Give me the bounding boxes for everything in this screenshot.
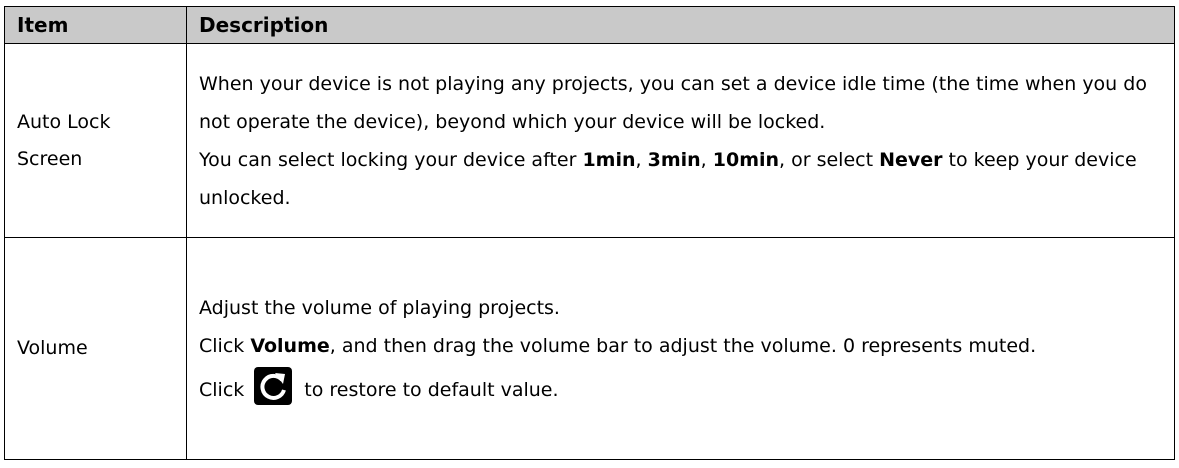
item-cell-auto-lock: Auto Lock Screen bbox=[4, 43, 187, 238]
table-row-auto-lock: Auto Lock Screen When your device is not… bbox=[4, 43, 1175, 238]
item-label-auto-lock-line2: Screen bbox=[17, 147, 83, 170]
option-never: Never bbox=[879, 148, 943, 171]
table-row-volume: Volume Adjust the volume of playing proj… bbox=[4, 237, 1175, 460]
options-separator-3: , or select bbox=[779, 148, 880, 171]
auto-lock-options-prefix: You can select locking your device after bbox=[199, 148, 583, 171]
header-item: Item bbox=[4, 6, 187, 44]
volume-bold-label: Volume bbox=[250, 334, 330, 357]
item-label-volume: Volume bbox=[17, 337, 88, 359]
restore-click-prefix: Click bbox=[199, 378, 245, 401]
auto-lock-options-text: You can select locking your device after… bbox=[199, 141, 1162, 217]
volume-instruction: Click Volume, and then drag the volume b… bbox=[199, 327, 1162, 365]
header-description: Description bbox=[186, 6, 1175, 44]
option-10min: 10min bbox=[712, 148, 780, 171]
options-separator-2: , bbox=[700, 148, 713, 171]
option-1min: 1min bbox=[582, 148, 636, 171]
refresh-icon bbox=[254, 366, 293, 405]
item-cell-volume: Volume bbox=[4, 237, 187, 460]
volume-instruction-suffix: , and then drag the volume bar to adjust… bbox=[329, 334, 1037, 357]
description-cell-auto-lock: When your device is not playing any proj… bbox=[186, 43, 1175, 238]
option-3min: 3min bbox=[647, 148, 701, 171]
options-separator-1: , bbox=[635, 148, 648, 171]
volume-description: Adjust the volume of playing projects. bbox=[199, 296, 560, 319]
table-header-row: Item Description bbox=[4, 6, 1175, 44]
description-cell-volume: Adjust the volume of playing projects. C… bbox=[186, 237, 1175, 460]
item-label-auto-lock-line1: Auto Lock bbox=[17, 110, 111, 133]
settings-description-table: Item Description Auto Lock Screen When y… bbox=[4, 6, 1175, 460]
volume-instruction-prefix: Click bbox=[199, 334, 251, 357]
auto-lock-description: When your device is not playing any proj… bbox=[199, 72, 1147, 133]
restore-click-suffix: to restore to default value. bbox=[304, 378, 559, 401]
restore-instruction: Click to restore to default value. bbox=[199, 366, 1162, 409]
